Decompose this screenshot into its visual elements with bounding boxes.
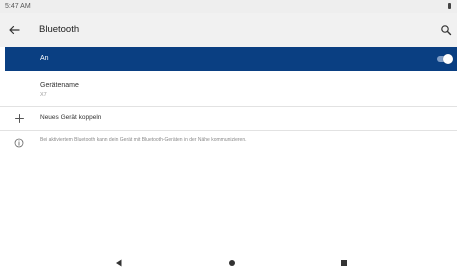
- status-time: 5:47 AM: [5, 3, 31, 10]
- device-name-row[interactable]: Gerätename X7: [0, 72, 457, 105]
- nav-recents-square-icon[interactable]: [340, 254, 348, 266]
- bluetooth-info-text: Bei aktiviertem Bluetooth kann dein Gerä…: [40, 137, 247, 143]
- bluetooth-master-switch-row[interactable]: An: [5, 47, 457, 71]
- navigation-bar: [0, 247, 457, 269]
- battery-icon: [448, 3, 451, 9]
- status-bar: 5:47 AM: [0, 0, 457, 13]
- pair-new-device-row[interactable]: Neues Gerät koppeln: [0, 107, 457, 127]
- device-name-value: X7: [40, 92, 47, 98]
- divider: [0, 130, 457, 131]
- plus-icon: [14, 111, 25, 123]
- toggle-thumb: [443, 54, 453, 64]
- bluetooth-settings-screen: 5:47 AM Bluetooth An Gerätename X7 Neues…: [0, 0, 457, 269]
- master-switch-label: An: [40, 55, 49, 62]
- bluetooth-toggle[interactable]: [437, 54, 453, 64]
- info-icon: [14, 135, 24, 148]
- nav-back-triangle-icon[interactable]: [115, 254, 123, 267]
- page-title: Bluetooth: [39, 24, 80, 35]
- app-bar: Bluetooth: [0, 13, 457, 47]
- bluetooth-info-row: Bei aktiviertem Bluetooth kann dein Gerä…: [0, 133, 457, 149]
- pair-new-device-label: Neues Gerät koppeln: [40, 114, 102, 121]
- arrow-left-icon[interactable]: [6, 22, 22, 38]
- search-icon[interactable]: [440, 23, 452, 36]
- device-name-label: Gerätename: [40, 82, 79, 89]
- nav-home-circle-icon[interactable]: [228, 254, 236, 266]
